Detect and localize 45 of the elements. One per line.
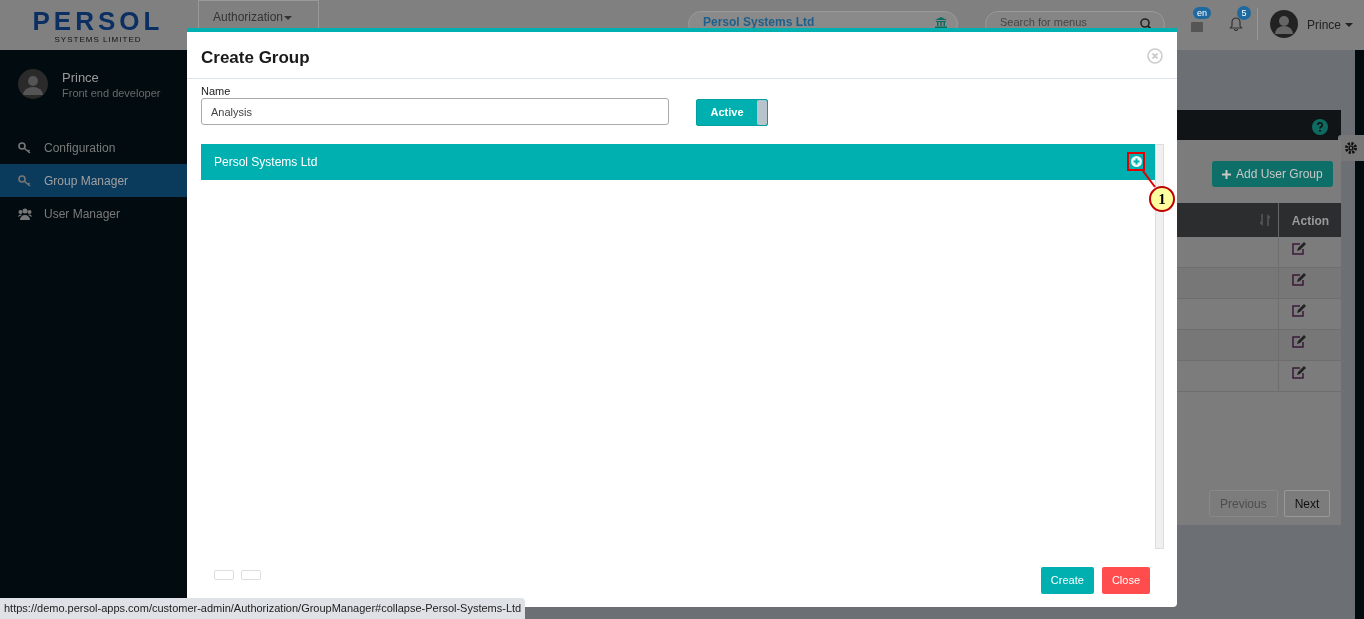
sidebar-item[interactable]: User Manager bbox=[0, 197, 187, 230]
edit-icon[interactable] bbox=[1292, 304, 1306, 317]
status-url: https://demo.persol-apps.com/customer-admin/Authorization/GroupManager#collapse-Persol-Systems-Ltd bbox=[0, 598, 526, 619]
close-button[interactable]: Close bbox=[1101, 567, 1150, 594]
highlight-frame bbox=[1127, 152, 1145, 171]
avatar bbox=[1270, 10, 1298, 38]
column-header: Action bbox=[1290, 213, 1331, 230]
sidebar-item[interactable]: Configuration bbox=[0, 131, 187, 164]
scrollbar[interactable] bbox=[1155, 144, 1164, 549]
notification-badge: 5 bbox=[1237, 6, 1251, 20]
users-icon bbox=[18, 207, 32, 220]
profile-name: Prince bbox=[62, 69, 99, 87]
profile-role: Front end developer bbox=[62, 86, 161, 101]
key-icon bbox=[18, 174, 32, 187]
dialog-title: Create Group bbox=[201, 47, 310, 69]
create-button[interactable]: Create bbox=[1040, 567, 1094, 594]
add-user-group-button[interactable]: Add User Group bbox=[1212, 161, 1333, 187]
language-badge: en bbox=[1193, 7, 1211, 19]
caret-icon bbox=[284, 16, 293, 20]
edit-icon[interactable] bbox=[1292, 242, 1306, 255]
sort-icon[interactable] bbox=[1260, 214, 1270, 226]
sidebar-item[interactable]: Group Manager bbox=[0, 164, 187, 197]
search-icon bbox=[1140, 18, 1152, 30]
help-icon[interactable] bbox=[1312, 119, 1328, 135]
bank-icon bbox=[935, 17, 947, 28]
expand-icon[interactable] bbox=[1131, 156, 1142, 167]
active-toggle[interactable]: Active bbox=[696, 99, 768, 126]
user-menu[interactable]: Prince bbox=[1307, 16, 1353, 34]
callout-badge: 1 bbox=[1149, 186, 1175, 212]
name-field[interactable]: Analysis bbox=[201, 98, 669, 125]
close-icon[interactable] bbox=[1147, 48, 1163, 64]
settings-icon bbox=[1344, 141, 1358, 155]
pagination-button[interactable]: Next bbox=[1283, 490, 1331, 517]
plus-icon bbox=[1222, 169, 1231, 179]
field-label: Name bbox=[201, 85, 231, 97]
edit-icon[interactable] bbox=[1292, 335, 1306, 348]
logo: PERSOL SYSTEMS LIMITED bbox=[31, 6, 165, 44]
leader-line bbox=[1142, 170, 1156, 188]
edit-icon[interactable] bbox=[1292, 273, 1306, 286]
caret-icon bbox=[1345, 23, 1353, 27]
avatar bbox=[18, 69, 48, 99]
accordion-header[interactable]: Persol Systems Ltd bbox=[201, 144, 1155, 180]
edit-icon[interactable] bbox=[1292, 366, 1306, 379]
bell-icon[interactable] bbox=[1229, 17, 1243, 31]
key-icon bbox=[18, 141, 32, 154]
